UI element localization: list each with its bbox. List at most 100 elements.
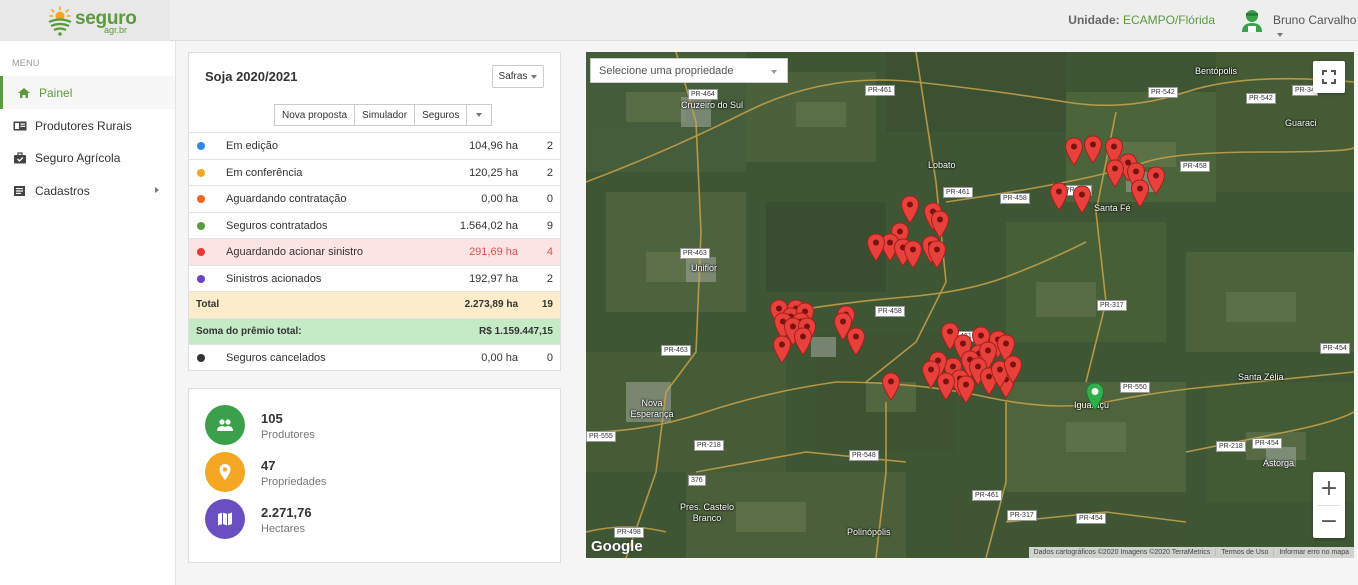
road-shield: PR-461 [943, 187, 973, 198]
property-marker-icon[interactable] [927, 240, 947, 270]
road-shield: PR-542 [1246, 93, 1276, 104]
property-marker-icon[interactable] [900, 195, 920, 225]
simulador-button[interactable]: Simulador [354, 104, 415, 126]
status-area: 192,97 ha [469, 272, 518, 285]
premium-total-row: Soma do prêmio total: R$ 1.159.447,15 [189, 317, 560, 344]
current-location-pin-icon[interactable] [1085, 382, 1105, 412]
zoom-controls: + − [1313, 472, 1345, 538]
property-marker-icon[interactable] [846, 327, 866, 357]
status-row-seguros-cancelados[interactable]: Seguros cancelados 0,00 ha 0 [189, 344, 560, 371]
total-count: 19 [541, 299, 553, 310]
zoom-in-button[interactable]: + [1313, 472, 1345, 505]
status-row-aguardando-acionar-sinistro[interactable]: Aguardando acionar sinistro 291,69 ha 4 [189, 238, 560, 265]
road-shield: PR-218 [694, 440, 724, 451]
fullscreen-button[interactable] [1313, 61, 1345, 93]
status-count: 4 [546, 246, 553, 258]
sidebar-item-label: Painel [39, 85, 73, 100]
status-area: 291,69 ha [469, 246, 518, 258]
status-row-seguros-contratados[interactable]: Seguros contratados 1.564,02 ha 9 [189, 211, 560, 239]
road-shield: PR-464 [688, 89, 718, 100]
premium-label: Soma do prêmio total: [196, 325, 302, 337]
road-shield: PR-461 [865, 85, 895, 96]
status-row-em-edicao[interactable]: Em edição 104,96 ha 2 [189, 132, 560, 159]
stats-card: 105 Produtores 47 Propriedades 2.271,76 … [188, 388, 561, 563]
id-card-icon [13, 121, 27, 130]
status-dot-icon [197, 248, 205, 256]
sidebar-item-seguro-agricola[interactable]: Seguro Agrícola [0, 141, 175, 174]
road-shield: PR-454 [1252, 438, 1282, 449]
property-marker-icon[interactable] [1072, 185, 1092, 215]
property-marker-icon[interactable] [1130, 179, 1150, 209]
unit-value: ECAMPO/Flórida [1122, 13, 1215, 27]
google-logo: Google [591, 538, 643, 555]
property-marker-icon[interactable] [772, 335, 792, 365]
sidebar-item-cadastros[interactable]: Cadastros [0, 174, 175, 207]
property-marker-icon[interactable] [1105, 159, 1125, 189]
road-shield: PR-461 [972, 490, 1002, 501]
more-actions-dropdown[interactable] [466, 104, 493, 126]
status-label: Em conferência [226, 166, 303, 179]
status-count: 2 [546, 272, 553, 285]
season-title: Soja 2020/2021 [205, 69, 298, 84]
stat-label: Hectares [261, 523, 306, 535]
chevron-down-icon [476, 113, 483, 117]
status-area: 120,25 ha [469, 166, 518, 179]
road-shield: PR-555 [586, 431, 616, 442]
status-label: Em edição [226, 140, 278, 152]
stat-hectares: 2.271,76 Hectares [205, 499, 505, 539]
status-row-aguardando-contratacao[interactable]: Aguardando contratação 0,00 ha 0 [189, 185, 560, 212]
road-shield: PR-454 [1076, 513, 1106, 524]
property-marker-icon[interactable] [956, 375, 976, 405]
unit-indicator: Unidade: ECAMPO/Flórida [1068, 13, 1215, 27]
chevron-down-icon [531, 74, 538, 79]
satellite-map[interactable]: Cruzeiro do Sul Lobato Bentópolis Guarac… [586, 52, 1354, 558]
seguros-button[interactable]: Seguros [414, 104, 467, 126]
road-shield: PR-458 [1180, 161, 1210, 172]
map-place-label: Uniflor [691, 263, 718, 273]
chevron-down-icon [1277, 32, 1283, 37]
status-row-em-conferencia[interactable]: Em conferência 120,25 ha 2 [189, 158, 560, 186]
total-row: Total 2.273,89 ha 19 [189, 291, 560, 318]
road-shield: PR-498 [614, 527, 644, 538]
sidebar-item-label: Seguro Agrícola [35, 150, 121, 165]
user-menu[interactable]: Bruno Carvalho [1273, 13, 1358, 41]
property-marker-icon[interactable] [1064, 137, 1084, 167]
chevron-right-icon [155, 187, 159, 193]
status-row-sinistros-acionados[interactable]: Sinistros acionados 192,97 ha 2 [189, 264, 560, 292]
status-table: Em edição 104,96 ha 2 Em conferência 120… [189, 132, 560, 371]
zoom-out-button[interactable]: − [1313, 505, 1345, 538]
people-icon [205, 405, 245, 445]
property-marker-icon[interactable] [1083, 135, 1103, 165]
nova-proposta-button[interactable]: Nova proposta [274, 104, 355, 126]
stat-value: 105 [261, 411, 283, 426]
stat-label: Propriedades [261, 476, 327, 488]
property-marker-icon[interactable] [793, 327, 813, 357]
logo[interactable]: seguro agr.br [0, 0, 170, 41]
property-marker-icon[interactable] [866, 233, 886, 263]
status-dot-icon [197, 142, 205, 150]
summary-card: Soja 2020/2021 Safras Nova proposta Simu… [188, 52, 561, 371]
terms-link[interactable]: Termos de Uso [1215, 549, 1273, 556]
property-select-placeholder: Selecione uma propriedade [599, 64, 734, 77]
property-marker-icon[interactable] [881, 372, 901, 402]
briefcase-icon [14, 151, 26, 163]
safras-dropdown-button[interactable]: Safras [492, 65, 544, 88]
property-marker-icon[interactable] [1049, 182, 1069, 212]
status-count: 0 [546, 352, 553, 364]
logo-sun-wave-icon [48, 6, 72, 36]
status-count: 9 [546, 219, 553, 232]
property-marker-icon[interactable] [1003, 355, 1023, 385]
property-marker-icon[interactable] [936, 372, 956, 402]
report-error-link[interactable]: Informar erro no mapa [1273, 549, 1354, 556]
sidebar-item-produtores-rurais[interactable]: Produtores Rurais [0, 109, 175, 142]
property-select[interactable]: Selecione uma propriedade [590, 58, 788, 83]
road-shield: PR-454 [1320, 343, 1350, 354]
safras-label: Safras [498, 71, 528, 82]
road-shield: PR-550 [1120, 382, 1150, 393]
stat-value: 47 [261, 458, 276, 473]
sidebar-item-painel[interactable]: Painel [0, 76, 175, 109]
user-avatar-icon[interactable] [1239, 7, 1265, 33]
property-marker-icon[interactable] [903, 240, 923, 270]
status-area: 1.564,02 ha [459, 219, 518, 232]
stat-produtores: 105 Produtores [205, 405, 505, 445]
